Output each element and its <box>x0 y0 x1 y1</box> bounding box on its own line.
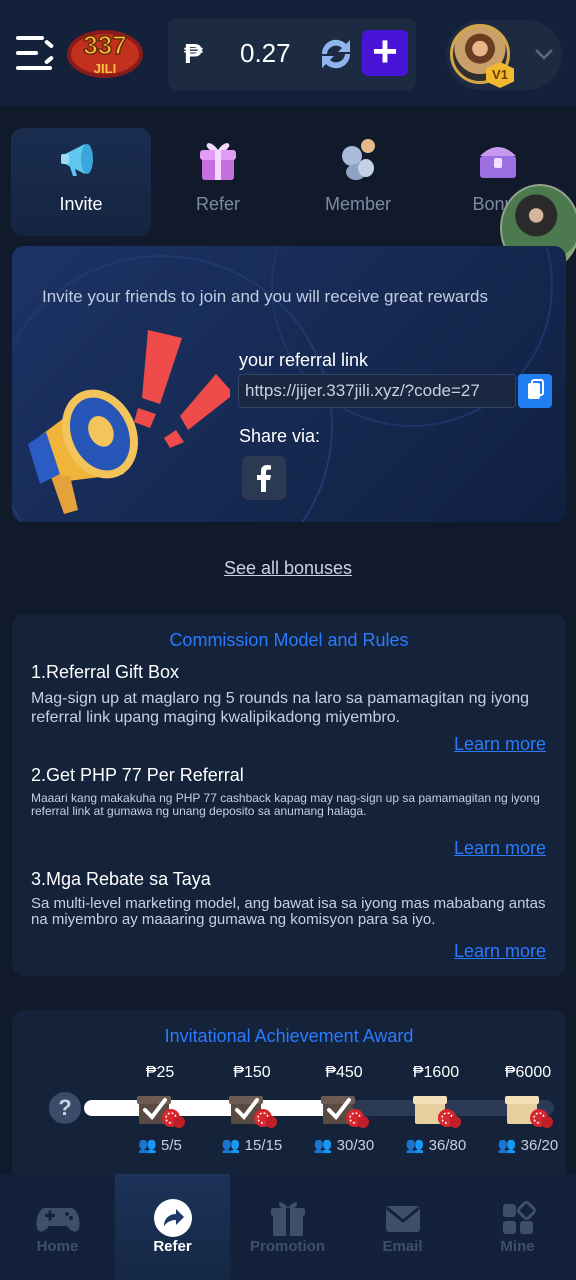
facebook-icon[interactable] <box>242 456 286 500</box>
currency-symbol: ₱ <box>184 38 203 69</box>
members-icon <box>332 134 384 186</box>
rule-rebate-sa-taya: 3.Mga Rebate sa Taya Sa multi-level mark… <box>31 869 551 928</box>
learn-more-link[interactable]: Learn more <box>454 941 546 962</box>
nav-label: Mine <box>500 1238 535 1255</box>
people-icon: 👥 <box>405 1137 425 1154</box>
nav-home[interactable]: Home <box>0 1174 115 1280</box>
nav-label: Home <box>36 1238 79 1255</box>
balance-box: ₱ 0.27 + <box>168 18 416 90</box>
people-icon: 👥 <box>138 1137 157 1154</box>
completed-chest-icon <box>135 1088 185 1130</box>
nav-promotion[interactable]: Promotion <box>230 1174 345 1280</box>
tab-label: Refer <box>195 194 240 214</box>
rule-title: 2.Get PHP 77 Per Referral <box>31 765 244 785</box>
megaphone-icon <box>55 134 107 186</box>
chevron-down-icon[interactable] <box>532 42 556 66</box>
logo-word: JILI <box>94 61 116 76</box>
commission-title: Commission Model and Rules <box>169 630 409 650</box>
referral-link-field[interactable]: https://jijer.337jili.xyz/?code=27 <box>238 374 516 408</box>
gift-box-icon <box>192 134 244 186</box>
milestone-amount: ₱25 <box>145 1064 175 1081</box>
milestone-item[interactable]: ₱150 👥 15/15 <box>212 1064 292 1154</box>
invite-headline: Invite your friends to join and you will… <box>42 287 488 306</box>
tab-member[interactable]: Member <box>288 128 428 236</box>
milestone-count-text: 36/20 <box>520 1137 559 1154</box>
milestone-item[interactable]: ₱450 👥 30/30 <box>304 1064 384 1154</box>
envelope-icon <box>380 1198 426 1238</box>
bottom-navigation: Home Refer Promotion Email Mine <box>0 1174 576 1280</box>
milestone-count-text: 30/30 <box>336 1137 375 1154</box>
milestone-count-text: 36/80 <box>428 1137 467 1154</box>
see-all-bonuses-link[interactable]: See all bonuses <box>0 558 576 579</box>
milestone-count: 👥 5/5 <box>120 1136 200 1154</box>
milestone-item[interactable]: ₱25 👥 5/5 <box>120 1064 200 1154</box>
nav-mine[interactable]: Mine <box>460 1174 575 1280</box>
reward-chest-icon <box>503 1088 553 1130</box>
milestone-count: 👥 36/80 <box>396 1136 476 1154</box>
gift-icon <box>265 1198 311 1238</box>
people-icon: 👥 <box>497 1137 517 1154</box>
completed-chest-icon <box>319 1088 369 1130</box>
milestone-item[interactable]: ₱6000 👥 36/20 <box>488 1064 566 1154</box>
grid-icon <box>495 1198 541 1238</box>
referral-link-label: your referral link <box>239 350 369 370</box>
nav-refer[interactable]: Refer <box>115 1174 230 1280</box>
refresh-icon[interactable] <box>316 36 356 72</box>
rule-description: Mag-sign up at maglaro ng 5 rounds na la… <box>31 690 530 726</box>
completed-chest-icon <box>227 1088 277 1130</box>
share-via-label: Share via: <box>239 426 321 446</box>
achievement-title: Invitational Achievement Award <box>164 1026 414 1046</box>
balance-value: 0.27 <box>240 38 291 68</box>
rule-description: Maaari kang makakuha ng PHP 77 cashback … <box>31 791 540 818</box>
megaphone-illustration <box>20 324 234 522</box>
commission-rules-card: Commission Model and Rules 1.Referral Gi… <box>12 614 566 976</box>
rule-description: Sa multi-level marketing model, ang bawa… <box>31 895 546 928</box>
milestone-amount: ₱150 <box>233 1064 271 1081</box>
milestone-count-text: 15/15 <box>244 1137 283 1154</box>
tab-label: Member <box>324 194 391 214</box>
share-arrow-icon <box>150 1198 196 1238</box>
milestone-amount: ₱6000 <box>504 1064 552 1081</box>
milestone-count-text: 5/5 <box>161 1137 182 1154</box>
tab-label: Invite <box>59 194 103 214</box>
logo-number: 337 <box>83 30 126 60</box>
copy-icon[interactable] <box>518 374 552 408</box>
referral-tabs: Invite Refer Member Bonus <box>0 128 576 236</box>
nav-label: Refer <box>153 1238 192 1255</box>
rule-title: 3.Mga Rebate sa Taya <box>31 869 211 889</box>
deposit-add-button[interactable]: + <box>362 30 408 76</box>
milestone-item[interactable]: ₱1600 👥 36/80 <box>396 1064 476 1154</box>
rule-php77-per-referral: 2.Get PHP 77 Per Referral Maaari kang ma… <box>31 765 551 818</box>
achievement-award-card: Invitational Achievement Award ? ₱25 👥 5/… <box>12 1010 566 1180</box>
milestone-amount: ₱450 <box>325 1064 363 1081</box>
gamepad-icon <box>35 1198 81 1238</box>
invite-card: Invite your friends to join and you will… <box>12 246 566 522</box>
milestone-count: 👥 36/20 <box>488 1136 566 1154</box>
milestone-amount: ₱1600 <box>412 1064 460 1081</box>
nav-email[interactable]: Email <box>345 1174 460 1280</box>
people-icon: 👥 <box>313 1137 333 1154</box>
nav-label: Email <box>382 1238 423 1255</box>
app-logo[interactable]: 337 JILI <box>64 24 146 82</box>
tab-invite[interactable]: Invite <box>11 128 151 236</box>
tab-refer[interactable]: Refer <box>148 128 288 236</box>
learn-more-link[interactable]: Learn more <box>454 838 546 859</box>
people-icon: 👥 <box>221 1137 241 1154</box>
top-header: 337 JILI ₱ 0.27 + V1 <box>0 0 576 106</box>
profile-dropdown[interactable]: V1 <box>446 20 562 90</box>
milestone-count: 👥 30/30 <box>304 1136 384 1154</box>
reward-chest-icon <box>411 1088 461 1130</box>
menu-icon[interactable] <box>16 34 55 74</box>
rule-referral-gift-box: 1.Referral Gift Box Mag-sign up at magla… <box>31 662 551 727</box>
learn-more-link[interactable]: Learn more <box>454 734 546 755</box>
nav-label: Promotion <box>250 1238 325 1255</box>
help-icon[interactable]: ? <box>49 1092 81 1124</box>
milestone-count: 👥 15/15 <box>212 1136 292 1154</box>
treasure-chest-icon <box>472 134 524 186</box>
rule-title: 1.Referral Gift Box <box>31 662 180 682</box>
